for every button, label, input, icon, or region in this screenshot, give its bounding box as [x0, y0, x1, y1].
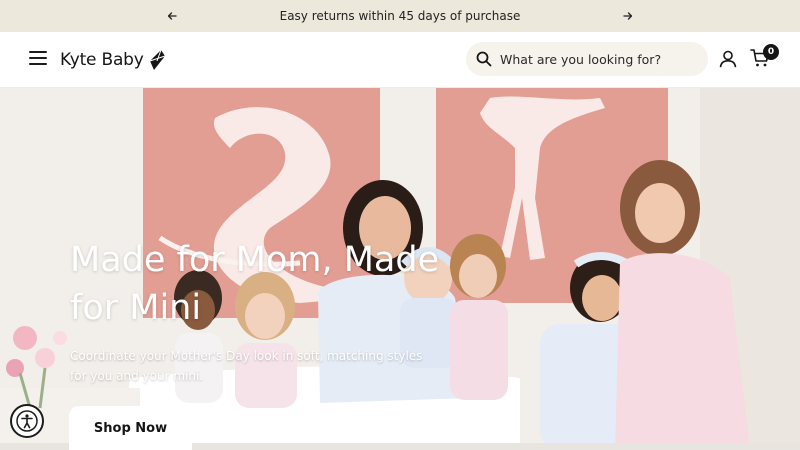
hero-banner: Made for Mom, Made for Mini Coordinate y…	[0, 88, 800, 450]
kite-icon	[149, 49, 165, 70]
search-bar[interactable]	[466, 42, 708, 76]
arrow-right-icon	[623, 12, 633, 20]
menu-button[interactable]	[29, 51, 47, 67]
cart-count-badge: 0	[763, 44, 779, 60]
site-logo[interactable]: Kyte Baby	[60, 46, 166, 74]
account-button[interactable]	[719, 50, 739, 70]
announcement-prev-button[interactable]	[162, 6, 182, 26]
hero-subtitle: Coordinate your Mother's Day look in sof…	[70, 349, 423, 383]
site-header: Kyte Baby 0	[0, 32, 800, 88]
shop-now-button[interactable]: Shop Now	[69, 406, 192, 450]
accessibility-icon	[16, 410, 38, 432]
hero-title: Made for Mom, Made for Mini	[70, 240, 440, 328]
announcement-message: Easy returns within 45 days of purchase	[279, 9, 521, 23]
arrow-left-icon	[167, 12, 177, 20]
accessibility-button[interactable]	[10, 404, 44, 438]
announcement-next-button[interactable]	[618, 6, 638, 26]
search-icon	[476, 51, 492, 67]
search-input[interactable]	[500, 51, 690, 67]
logo-text: Kyte Baby	[60, 50, 144, 70]
hamburger-menu-icon	[29, 51, 47, 53]
user-icon	[719, 50, 737, 68]
announcement-bar: Easy returns within 45 days of purchase	[0, 0, 800, 32]
